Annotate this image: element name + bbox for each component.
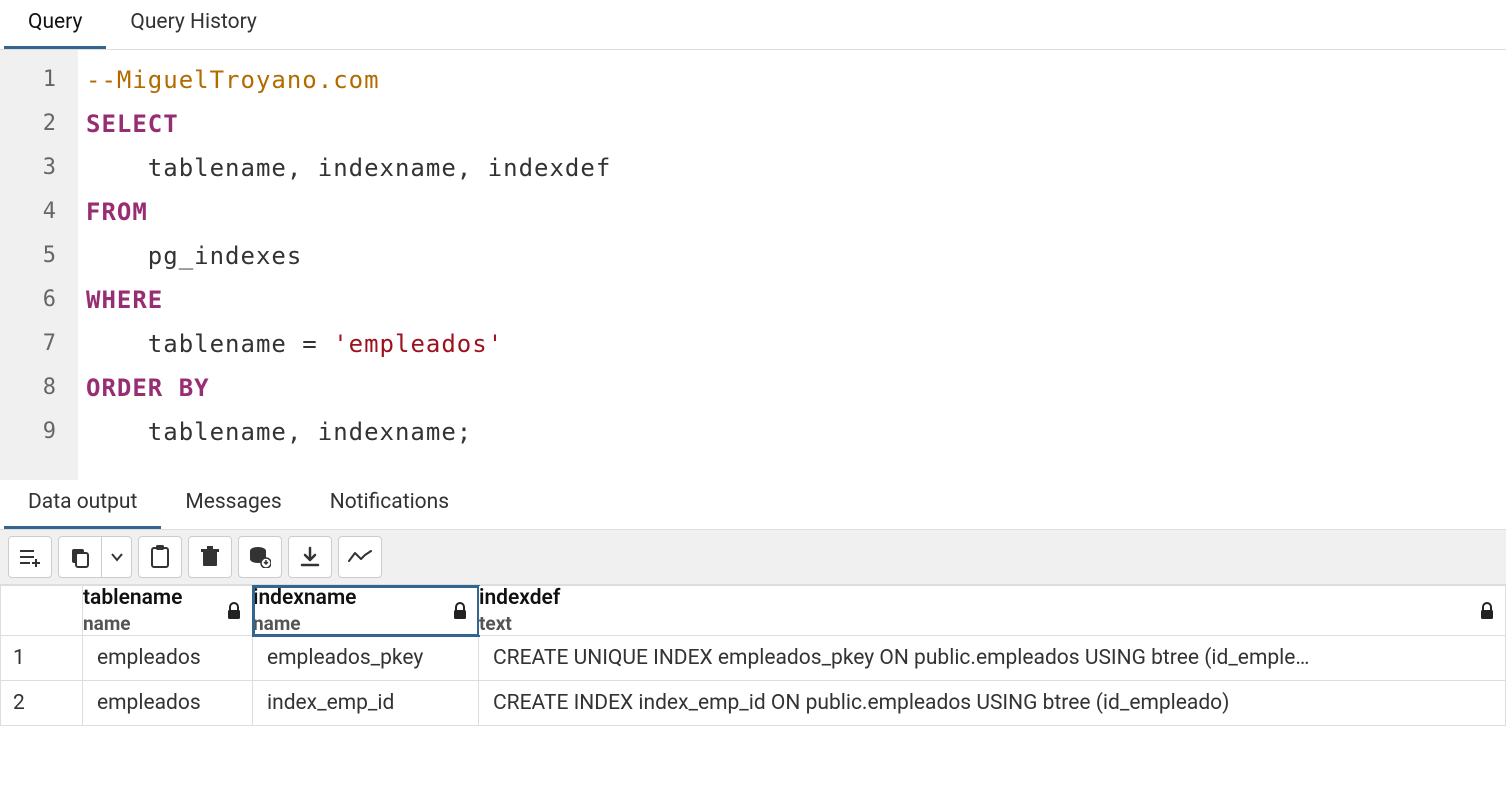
editor-tabs: Query Query History [0,0,1506,50]
lock-icon [1479,602,1495,620]
tab-data-output[interactable]: Data output [4,480,161,529]
cell-tablename[interactable]: empleados [83,681,253,726]
code-area[interactable]: --MiguelTroyano.com SELECT tablename, in… [78,50,611,480]
download-button[interactable] [288,536,332,578]
lock-icon [226,602,242,620]
column-header-indexname[interactable]: indexname name [253,586,479,636]
cell-tablename[interactable]: empleados [83,636,253,681]
cell-indexdef[interactable]: CREATE INDEX index_emp_id ON public.empl… [479,681,1506,726]
table-row[interactable]: 2 empleados index_emp_id CREATE INDEX in… [1,681,1506,726]
lock-icon [452,602,468,620]
tab-notifications[interactable]: Notifications [306,480,473,529]
row-number[interactable]: 2 [1,681,83,726]
cell-indexdef[interactable]: CREATE UNIQUE INDEX empleados_pkey ON pu… [479,636,1506,681]
download-icon [299,546,321,568]
column-header-tablename[interactable]: tablename name [83,586,253,636]
save-data-icon [249,546,271,568]
copy-button-group [58,536,132,578]
column-header-indexdef[interactable]: indexdef text [479,586,1506,636]
tab-query[interactable]: Query [4,0,106,49]
trash-icon [200,546,220,568]
paste-icon [150,545,170,569]
results-grid[interactable]: tablename name indexname name indexdef t… [0,585,1506,726]
sql-editor[interactable]: 1 2 3 4 5 6 7 8 9 --MiguelTroyano.com SE… [0,50,1506,480]
paste-button[interactable] [138,536,182,578]
copy-menu-button[interactable] [102,536,132,578]
graph-button[interactable] [338,536,382,578]
save-data-button[interactable] [238,536,282,578]
corner-header[interactable] [1,586,83,636]
add-row-icon [18,547,42,567]
delete-button[interactable] [188,536,232,578]
results-toolbar [0,530,1506,585]
line-gutter: 1 2 3 4 5 6 7 8 9 [0,50,78,480]
row-number[interactable]: 1 [1,636,83,681]
cell-indexname[interactable]: index_emp_id [253,681,479,726]
table-row[interactable]: 1 empleados empleados_pkey CREATE UNIQUE… [1,636,1506,681]
tab-query-history[interactable]: Query History [106,0,280,49]
output-tabs: Data output Messages Notifications [0,480,1506,530]
cell-indexname[interactable]: empleados_pkey [253,636,479,681]
copy-icon [69,546,91,568]
copy-button[interactable] [58,536,102,578]
tab-messages[interactable]: Messages [161,480,305,529]
chevron-down-icon [110,550,124,564]
add-row-button[interactable] [8,536,52,578]
graph-icon [348,549,372,565]
